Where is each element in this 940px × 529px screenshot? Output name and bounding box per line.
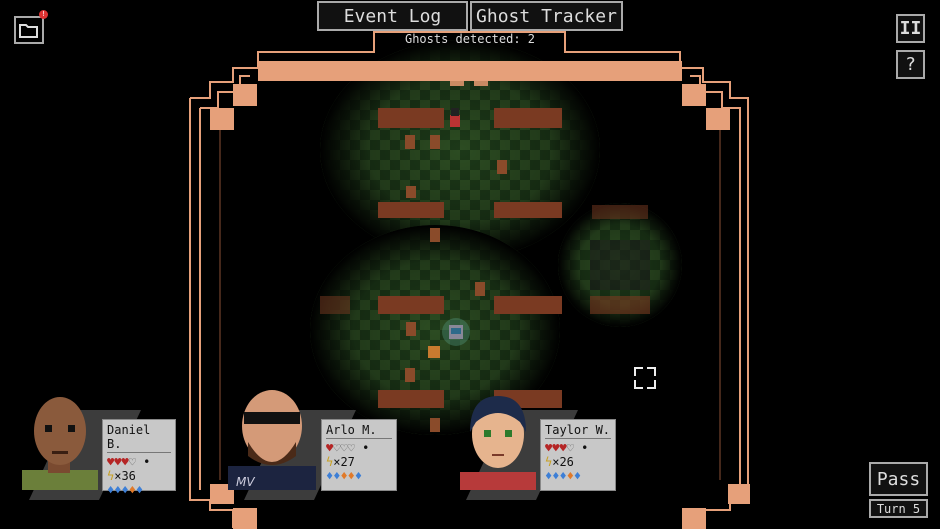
energy-count: ×36 [114, 469, 136, 483]
hearts: ♥♥♥♡ • [545, 441, 589, 455]
turn-indicator: Turn 5 [869, 499, 928, 518]
character-card-taylor[interactable]: Taylor W. ♥♥♥♡ • ϟ×26 ♦♦♦♦♦ [540, 419, 616, 491]
lamp [428, 346, 440, 358]
avatar-taylor[interactable] [456, 392, 540, 490]
energy-row: ϟ×36 [107, 469, 136, 483]
event-log-button[interactable]: Event Log [317, 1, 468, 31]
energy-count: ×27 [333, 455, 355, 469]
energy-row: ϟ×26 [545, 455, 574, 469]
avatar-daniel[interactable] [18, 395, 102, 490]
pause-button[interactable]: II [896, 14, 925, 43]
top-wall [258, 61, 682, 81]
ghost-tracker-button[interactable]: Ghost Tracker [470, 1, 623, 31]
character-name: Daniel B. [107, 423, 171, 453]
character-name: Arlo M. [326, 423, 392, 439]
ghost-tracker-device[interactable] [442, 318, 470, 346]
energy-row: ϟ×27 [326, 455, 355, 469]
avatar-arlo[interactable]: MV [222, 390, 322, 490]
sanity-drops: ♦♦♦♦♦ [326, 469, 363, 483]
character-name: Taylor W. [545, 423, 611, 439]
hearts: ♥♡♡♡ • [326, 441, 370, 455]
player-token[interactable] [450, 108, 460, 127]
folder-icon [19, 24, 38, 38]
character-card-arlo[interactable]: Arlo M. ♥♡♡♡ • ϟ×27 ♦♦♦♦♦ [321, 419, 397, 491]
svg-text:MV: MV [236, 475, 255, 489]
notification-badge: ! [39, 10, 48, 19]
sanity-drops: ♦♦♦♦♦ [107, 483, 144, 497]
ghosts-detected-text: Ghosts detected: 2 [404, 32, 536, 46]
pass-button[interactable]: Pass [869, 462, 928, 496]
help-button[interactable]: ? [896, 50, 925, 79]
folder-button[interactable]: ! [14, 10, 48, 44]
hearts: ♥♥♥♡ • [107, 455, 151, 469]
sanity-drops: ♦♦♦♦♦ [545, 469, 582, 483]
character-card-daniel[interactable]: Daniel B. ♥♥♥♡ • ϟ×36 ♦♦♦♦♦ [102, 419, 176, 497]
energy-count: ×26 [552, 455, 574, 469]
target-reticle[interactable] [634, 367, 656, 389]
